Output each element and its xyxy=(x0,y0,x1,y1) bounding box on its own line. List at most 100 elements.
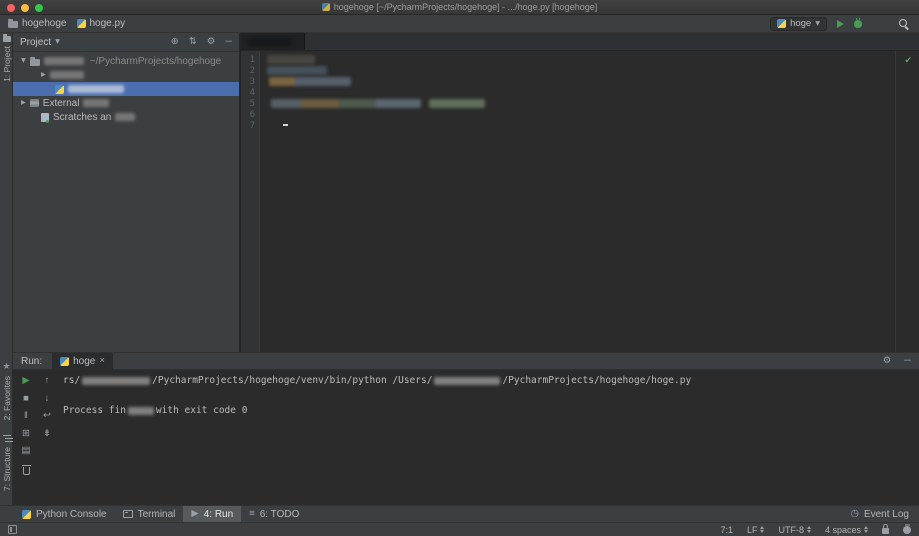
line-number: 7 xyxy=(249,121,255,131)
left-tool-stripe: 1: Project ★ 2: Favorites 7: Structure xyxy=(0,33,13,505)
rerun-icon[interactable]: ▶ xyxy=(22,376,29,386)
tree-row-project-root[interactable]: ▾ ~/PycharmProjects/hogehoge xyxy=(13,54,239,68)
text-caret xyxy=(283,124,288,126)
redacted-code-line xyxy=(267,66,327,75)
event-log-button[interactable]: ◷ Event Log xyxy=(851,509,919,520)
navigation-bar: hogehoge hoge.py hoge ▾ xyxy=(0,15,919,33)
chevron-right-icon[interactable]: ▸ xyxy=(21,98,26,108)
tree-row-selected-file[interactable] xyxy=(13,82,239,96)
editor-gutter: 1 2 3 4 5 6 7 xyxy=(241,51,260,352)
chevron-down-icon[interactable]: ▾ xyxy=(55,37,60,47)
tool-stripe-structure-button[interactable]: 7: Structure xyxy=(0,435,13,491)
python-file-icon xyxy=(55,84,64,94)
pause-output-icon[interactable]: ‖ xyxy=(24,411,28,421)
run-header-icons: ⚙ ─ xyxy=(883,356,911,366)
python-file-icon xyxy=(60,356,70,366)
caret-position-widget[interactable]: 7:1 xyxy=(720,525,733,535)
toolbar-todo[interactable]: ≡ 6: TODO xyxy=(241,506,307,522)
run-configuration-select[interactable]: hoge ▾ xyxy=(770,16,827,31)
breadcrumb-project-label: hogehoge xyxy=(22,18,67,29)
line-number: 3 xyxy=(249,77,255,87)
redacted-text xyxy=(115,113,136,121)
locate-file-icon[interactable]: ⊕ xyxy=(171,37,179,47)
hide-panel-icon[interactable]: ─ xyxy=(225,37,232,47)
window-controls xyxy=(7,4,43,12)
tool-stripe-project-button[interactable]: 1: Project xyxy=(0,34,13,82)
project-panel-title[interactable]: Project xyxy=(20,37,51,48)
todo-label: 6: TODO xyxy=(259,508,300,520)
up-stack-trace-icon[interactable]: ↑ xyxy=(45,376,50,386)
stop-icon[interactable]: ■ xyxy=(23,393,29,404)
toolbar-python-console[interactable]: Python Console xyxy=(14,506,115,522)
tool-stripe-favorites-button[interactable]: ★ 2: Favorites xyxy=(0,361,13,420)
editor-content[interactable] xyxy=(261,51,894,352)
indent-widget[interactable]: 4 spaces xyxy=(825,525,868,535)
libraries-icon xyxy=(29,99,39,107)
editor-tab[interactable] xyxy=(241,33,305,50)
redacted-text xyxy=(68,85,124,93)
gear-icon[interactable]: ⚙ xyxy=(883,356,892,366)
tree-row-scratches[interactable]: Scratches an xyxy=(13,110,239,124)
tree-row-external-libraries[interactable]: ▸ External xyxy=(13,96,239,110)
restore-layout-icon[interactable]: ⊞ xyxy=(22,428,30,439)
line-ending-label: LF xyxy=(746,524,758,535)
run-button[interactable] xyxy=(837,19,844,28)
minimize-window-button[interactable] xyxy=(21,4,29,12)
toolbar-terminal[interactable]: Terminal xyxy=(115,506,184,522)
close-window-button[interactable] xyxy=(7,4,15,12)
toolbar-run[interactable]: ▶ 4: Run xyxy=(183,506,242,522)
run-tool-icon: ▶ xyxy=(191,508,199,520)
breadcrumb-project[interactable]: hogehoge xyxy=(8,18,67,29)
collapse-all-icon[interactable]: ⇅ xyxy=(189,37,197,47)
updown-chevron-icon xyxy=(760,526,765,533)
read-only-lock-icon[interactable] xyxy=(882,524,889,534)
redacted-code-line xyxy=(267,55,315,64)
run-toolbar: hoge ▾ xyxy=(770,16,911,31)
chevron-down-icon: ▾ xyxy=(815,17,820,29)
external-libraries-label: External xyxy=(42,97,80,109)
inspections-ok-icon[interactable]: ✔ xyxy=(904,55,912,66)
run-tool-window: Run: hoge × ⚙ ─ ▶ ■ ‖ ⊞ ▤ ↑ ↓ ↩ ⇟ rs/ /P… xyxy=(13,352,919,505)
scratches-icon xyxy=(41,112,49,123)
redacted-text xyxy=(82,376,151,385)
zoom-window-button[interactable] xyxy=(35,4,43,12)
search-everywhere-icon[interactable] xyxy=(898,18,909,29)
run-tab-label: hoge xyxy=(73,355,96,367)
chevron-right-icon[interactable]: ▸ xyxy=(41,70,46,80)
encoding-widget[interactable]: UTF-8 xyxy=(778,525,811,535)
redacted-text xyxy=(83,99,110,107)
structure-stripe-label: 7: Structure xyxy=(1,447,12,491)
project-stripe-label: 1: Project xyxy=(1,46,12,82)
status-bar: 7:1 LF UTF-8 4 spaces xyxy=(0,522,919,536)
close-icon[interactable]: × xyxy=(99,356,105,366)
line-ending-widget[interactable]: LF xyxy=(747,525,765,535)
run-label: 4: Run xyxy=(203,508,234,520)
run-tab[interactable]: hoge × xyxy=(52,352,113,370)
soft-wrap-icon[interactable]: ↩ xyxy=(43,411,51,421)
todo-list-icon: ≡ xyxy=(249,508,255,520)
window-proxy-icon xyxy=(321,3,330,11)
highlighting-level-icon[interactable] xyxy=(903,524,911,534)
redacted-code-line xyxy=(271,99,421,108)
chevron-down-icon[interactable]: ▾ xyxy=(21,56,26,66)
project-tool-icon xyxy=(2,34,11,42)
scratches-label: Scratches an xyxy=(53,111,112,123)
tool-window-switcher-icon[interactable] xyxy=(8,525,17,534)
line-number: 2 xyxy=(249,66,255,76)
clear-console-icon[interactable] xyxy=(21,464,31,475)
event-log-label: Event Log xyxy=(863,508,909,520)
breadcrumb-file[interactable]: hoge.py xyxy=(76,18,125,29)
hide-panel-icon[interactable]: ─ xyxy=(904,356,911,366)
print-icon[interactable]: ▤ xyxy=(22,446,31,456)
tree-row-collapsed-folder[interactable]: ▸ xyxy=(13,68,239,82)
run-left-toolbar: ▶ ■ ‖ ⊞ ▤ xyxy=(18,376,34,475)
console-text: /PycharmProjects/hogehoge/venv/bin/pytho… xyxy=(152,375,433,386)
redacted-text xyxy=(43,57,84,65)
down-stack-trace-icon[interactable]: ↓ xyxy=(45,393,50,404)
tool-window-bar: Python Console Terminal ▶ 4: Run ≡ 6: TO… xyxy=(0,505,919,522)
debug-button[interactable] xyxy=(854,17,862,28)
pycharm-window: hogehoge [~/PycharmProjects/hogehoge] - … xyxy=(0,0,919,536)
scroll-to-end-icon[interactable]: ⇟ xyxy=(43,428,51,439)
gear-icon[interactable]: ⚙ xyxy=(207,37,216,47)
terminal-icon xyxy=(122,510,133,518)
